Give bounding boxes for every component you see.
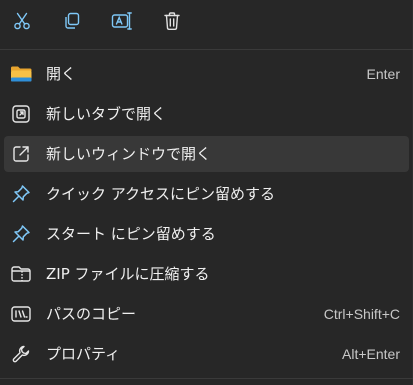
toolbar-divider bbox=[0, 49, 413, 50]
rename-button[interactable] bbox=[105, 4, 139, 38]
menu-item-label: クイック アクセスにピン留めする bbox=[46, 185, 276, 203]
menu-item-pin-start[interactable]: スタート にピン留めする bbox=[4, 216, 409, 252]
menu-item-properties[interactable]: プロパティ Alt+Enter bbox=[4, 336, 409, 372]
pin-icon bbox=[10, 184, 32, 204]
pin-icon bbox=[10, 224, 32, 244]
copy-path-icon bbox=[10, 304, 32, 324]
menu-divider bbox=[0, 378, 413, 379]
menu-item-open[interactable]: 開く Enter bbox=[4, 56, 409, 92]
delete-button[interactable] bbox=[155, 4, 189, 38]
cut-button[interactable] bbox=[5, 4, 39, 38]
menu-item-label: プロパティ bbox=[46, 345, 121, 363]
context-menu: 開く Enter 新しいタブで開く 新しいウィンドウで開く クイック アクセスに… bbox=[0, 0, 413, 385]
copy-icon bbox=[62, 11, 82, 31]
menu-item-compress-zip[interactable]: ZIP ファイルに圧縮する bbox=[4, 256, 409, 292]
shortcut-text: Alt+Enter bbox=[342, 346, 400, 362]
menu-item-label: パスのコピー bbox=[46, 305, 137, 323]
scissors-icon bbox=[12, 11, 32, 31]
menu-item-open-new-tab[interactable]: 新しいタブで開く bbox=[4, 96, 409, 132]
zip-folder-icon bbox=[10, 264, 32, 284]
menu-item-label: 新しいウィンドウで開く bbox=[46, 145, 212, 163]
menu-item-label: スタート にピン留めする bbox=[46, 225, 216, 243]
menu-item-label: 新しいタブで開く bbox=[46, 105, 167, 123]
menu-item-label: ZIP ファイルに圧縮する bbox=[46, 265, 210, 283]
menu-item-pin-quick-access[interactable]: クイック アクセスにピン留めする bbox=[4, 176, 409, 212]
menu-item-copy-path[interactable]: パスのコピー Ctrl+Shift+C bbox=[4, 296, 409, 332]
menu-item-open-new-window[interactable]: 新しいウィンドウで開く bbox=[4, 136, 409, 172]
shortcut-text: Enter bbox=[366, 66, 400, 82]
open-external-icon bbox=[10, 144, 32, 164]
context-toolbar bbox=[0, 0, 413, 42]
folder-icon bbox=[10, 64, 32, 84]
wrench-icon bbox=[10, 344, 32, 364]
shortcut-text: Ctrl+Shift+C bbox=[323, 306, 400, 322]
copy-button[interactable] bbox=[55, 4, 89, 38]
menu-item-label: 開く bbox=[46, 65, 77, 83]
new-tab-icon bbox=[10, 104, 32, 124]
rename-icon bbox=[111, 11, 133, 31]
trash-icon bbox=[162, 11, 182, 31]
